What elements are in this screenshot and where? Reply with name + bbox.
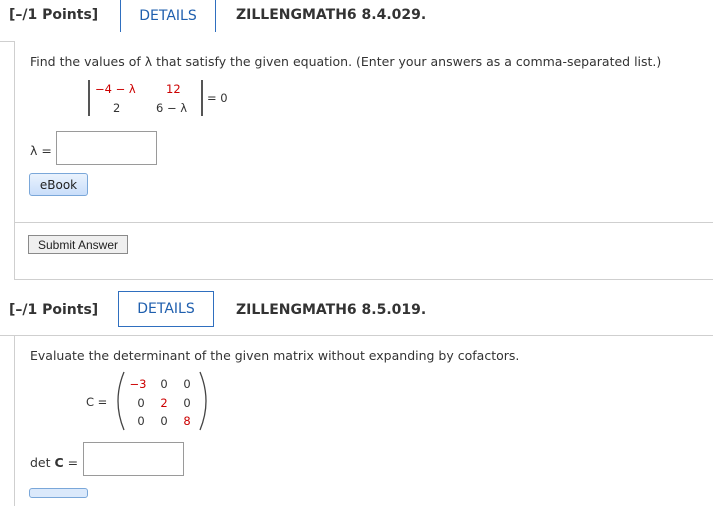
matrix-c-entry-31: 0 <box>137 414 145 428</box>
ebook-button-partial[interactable] <box>29 488 88 498</box>
matrix-c-entry-11: −3 <box>129 377 147 391</box>
question-prompt: Find the values of λ that satisfy the gi… <box>30 54 662 69</box>
divider <box>14 222 713 223</box>
details-button[interactable]: DETAILS <box>118 291 214 327</box>
question-prompt: Evaluate the determinant of the given ma… <box>30 348 520 363</box>
matrix-label: C = <box>86 395 107 409</box>
det-label-pre: det <box>30 455 55 470</box>
answer-label: λ = <box>30 143 52 158</box>
lambda-answer-input[interactable] <box>56 131 157 165</box>
question-1-header: [–/1 Points] DETAILS ZILLENGMATH6 8.4.02… <box>0 0 713 32</box>
question-code: ZILLENGMATH6 8.5.019. <box>236 302 427 318</box>
determinant-right-bar <box>201 80 203 116</box>
details-button[interactable]: DETAILS <box>120 0 216 32</box>
matrix-c-entry-32: 0 <box>160 414 168 428</box>
matrix-c-entry-23: 0 <box>183 396 191 410</box>
matrix-entry-a22: 6 − λ <box>156 101 188 115</box>
left-paren <box>117 371 125 431</box>
points-label: [–/1 Points] <box>9 302 99 318</box>
matrix-entry-a11: −4 − λ <box>95 82 136 96</box>
matrix-c-entry-33: 8 <box>183 414 191 428</box>
matrix-c-entry-13: 0 <box>183 377 191 391</box>
matrix-c-entry-12: 0 <box>160 377 168 391</box>
ebook-button[interactable]: eBook <box>29 173 88 196</box>
question-2-header: [–/1 Points] DETAILS ZILLENGMATH6 8.5.01… <box>0 291 713 327</box>
det-label-post: = <box>63 455 79 470</box>
det-answer-label: det C = <box>30 455 78 470</box>
matrix-entry-a21: 2 <box>113 101 121 115</box>
matrix-c-entry-22: 2 <box>160 396 168 410</box>
submit-answer-button[interactable]: Submit Answer <box>28 235 128 254</box>
det-label-c: C <box>54 455 64 470</box>
equals-zero: = 0 <box>207 91 228 105</box>
determinant-answer-input[interactable] <box>83 442 184 476</box>
determinant-left-bar <box>88 80 90 116</box>
question-code: ZILLENGMATH6 8.4.029. <box>236 7 427 23</box>
matrix-c-entry-21: 0 <box>137 396 145 410</box>
matrix-entry-a12: 12 <box>166 82 181 96</box>
matrix-label-text: C = <box>86 395 108 409</box>
right-paren <box>199 371 207 431</box>
points-label: [–/1 Points] <box>9 7 99 23</box>
